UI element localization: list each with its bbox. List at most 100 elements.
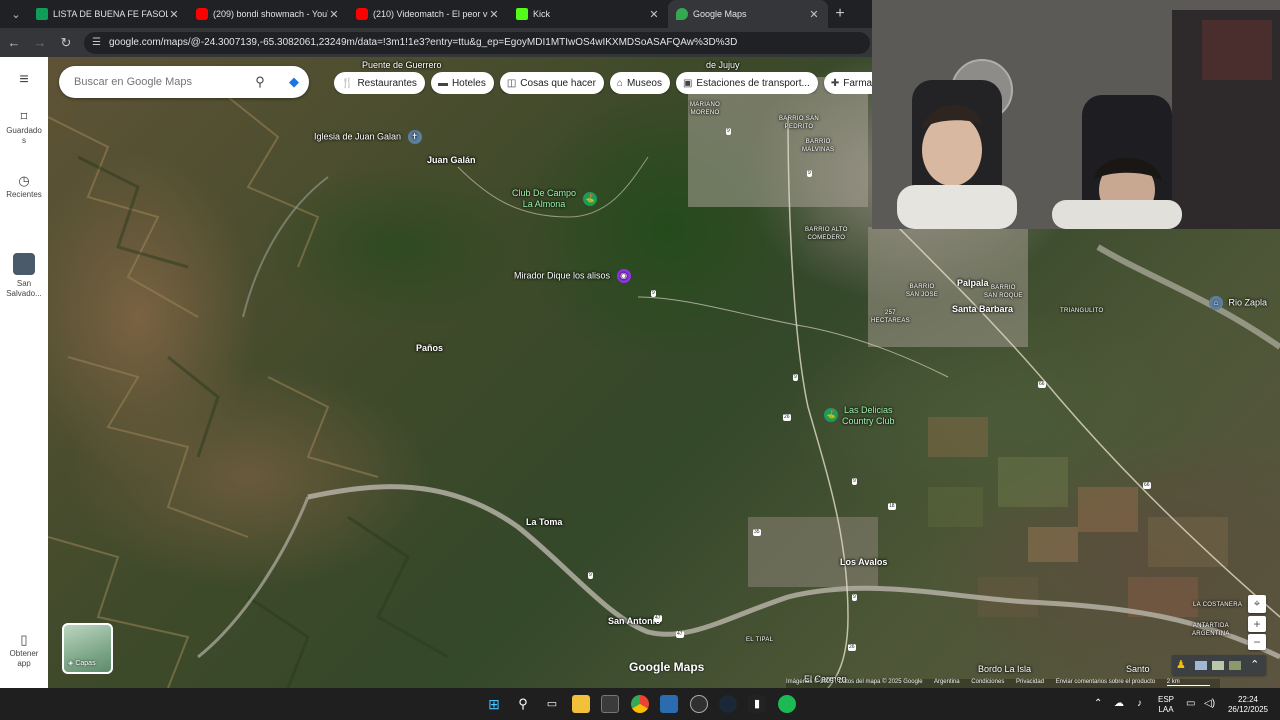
poi-name: Mirador Dique los alisos <box>514 270 611 281</box>
spotify-icon[interactable] <box>778 695 796 713</box>
browser-tab-strip: ⌄ LISTA DE BUENA FE FASOLA - I ✕ (209) b… <box>0 0 872 28</box>
layers-button[interactable]: ◈ Capas <box>62 623 113 674</box>
poi-label[interactable]: ⌂ Rio Zapla <box>1209 296 1267 310</box>
tab-search-button[interactable]: ⌄ <box>4 2 28 26</box>
mic-icon[interactable]: ♪ <box>1137 688 1142 720</box>
chip-transit[interactable]: ▣ Estaciones de transport... <box>675 72 818 94</box>
rail-label: Obtener app <box>9 649 39 668</box>
place-line: 257 <box>885 310 896 316</box>
chrome-icon[interactable] <box>631 695 649 713</box>
browser-tab-active[interactable]: Google Maps ✕ <box>668 0 828 28</box>
file-explorer-icon[interactable] <box>572 695 590 713</box>
place-label[interactable]: BARRIO MALVINAS <box>802 138 834 154</box>
webcam-overlay <box>872 0 1280 229</box>
back-icon[interactable]: ← <box>2 35 26 50</box>
poi-label[interactable]: Iglesia de Juan Galan ✝ <box>314 130 422 144</box>
terms-link[interactable]: Condiciones <box>971 679 1004 685</box>
landmark-icon: ⌂ <box>1209 296 1223 310</box>
recent-button[interactable]: ◷ Recientes <box>0 174 48 200</box>
place-label[interactable]: Los Avalos <box>840 557 887 567</box>
place-line: BARRIO ALTO <box>805 227 848 233</box>
clock[interactable]: 22:24 26/12/2025 <box>1225 695 1271 715</box>
poi-label[interactable]: Las Delicias Country Club <box>842 405 895 427</box>
store-icon[interactable] <box>601 695 619 713</box>
place-label[interactable]: Santa Barbara <box>952 304 1013 314</box>
road-shield: 9 <box>852 594 857 601</box>
place-label[interactable]: BARRIO ALTO COMEDERO <box>805 226 848 242</box>
browser-tab[interactable]: (209) bondi showmach - YouTu ✕ <box>188 0 348 28</box>
place-label[interactable]: TRIANGULITO <box>1060 308 1104 314</box>
sheets-icon <box>36 8 48 20</box>
place-label[interactable]: BARRIO SAN JOSE <box>906 283 938 299</box>
close-icon[interactable]: ✕ <box>328 8 340 21</box>
zoom-in-button[interactable]: + <box>1248 616 1266 632</box>
tray-chevron-icon[interactable]: ⌃ <box>1094 688 1102 720</box>
browser-tab[interactable]: Kick ✕ <box>508 0 668 28</box>
place-label[interactable]: de Jujuy <box>706 60 740 70</box>
menu-button[interactable]: ≡ <box>0 72 48 89</box>
onedrive-icon[interactable]: ☁ <box>1114 688 1124 720</box>
place-label[interactable]: Juan Galán <box>427 155 476 165</box>
search-icon[interactable]: ⚲ <box>514 695 532 713</box>
poi-label[interactable]: Mirador Dique los alisos ◉ <box>514 269 631 283</box>
chip-pharmacy[interactable]: ✚Farmacia <box>823 72 872 94</box>
chip-restaurants[interactable]: 🍴 Restaurantes <box>334 72 425 94</box>
place-label[interactable]: MARIANO MORENO <box>690 101 720 117</box>
volume-icon[interactable]: ◁) <box>1204 688 1215 720</box>
poi-label[interactable]: Club De Campo La Almona <box>512 188 576 210</box>
place-label[interactable]: La Toma <box>526 517 562 527</box>
my-location-button[interactable]: ⌖ <box>1248 595 1266 613</box>
browser-tab[interactable]: LISTA DE BUENA FE FASOLA - I ✕ <box>28 0 188 28</box>
obs-icon[interactable] <box>690 695 708 713</box>
place-label[interactable]: Paños <box>416 343 443 353</box>
place-label[interactable]: LA COSTANERA <box>1193 602 1242 608</box>
language-indicator[interactable]: ESP LAA <box>1158 695 1174 715</box>
saved-button[interactable]: ⌑ Guardados <box>0 110 48 146</box>
country-link[interactable]: Argentina <box>934 679 960 685</box>
close-icon[interactable]: ✕ <box>648 8 660 21</box>
place-line: MARIANO <box>690 102 721 108</box>
place-label[interactable]: San Antonio <box>608 616 661 626</box>
app-icon[interactable] <box>660 695 678 713</box>
place-label[interactable]: Puente de Guerrero <box>362 60 442 70</box>
audio-app-icon[interactable]: ▮ <box>748 695 766 713</box>
zoom-out-button[interactable]: − <box>1248 634 1266 650</box>
golf-icon[interactable]: ⛳ <box>583 192 597 206</box>
scale-label[interactable]: 2 km <box>1166 679 1210 686</box>
place-label[interactable]: EL TIPAL <box>746 637 773 643</box>
search-icon[interactable]: ⚲ <box>250 72 270 92</box>
feedback-link[interactable]: Enviar comentarios sobre el producto <box>1056 679 1155 685</box>
place-label[interactable]: ANTARTIDA ARGENTINA <box>1192 622 1230 638</box>
browser-tab[interactable]: (210) Videomatch - El peor viaj ✕ <box>348 0 508 28</box>
golf-icon[interactable]: ⛳ <box>824 408 838 422</box>
forward-icon[interactable]: → <box>28 35 52 50</box>
place-label[interactable]: Bordo La Isla <box>978 664 1031 674</box>
poi-name-line2: La Almona <box>522 199 566 209</box>
search-input[interactable] <box>74 76 244 88</box>
place-label[interactable]: BARRIO SAN PEDRITO <box>779 115 819 131</box>
place-label[interactable]: BARRIO SAN ROQUE <box>984 284 1023 300</box>
chip-things-to-do[interactable]: ◫ Cosas que hacer <box>499 72 604 94</box>
start-icon[interactable]: ⊞ <box>485 695 503 713</box>
close-icon[interactable]: ✕ <box>168 8 180 21</box>
get-app-button[interactable]: ▯ Obtener app <box>0 633 48 669</box>
privacy-link[interactable]: Privacidad <box>1016 679 1044 685</box>
chip-hotels[interactable]: ▬ Hoteles <box>430 72 494 94</box>
task-view-icon[interactable]: ▭ <box>543 695 561 713</box>
new-tab-button[interactable]: + <box>828 5 852 23</box>
address-bar[interactable]: ☰ google.com/maps/@-24.3007139,-65.30820… <box>84 31 870 54</box>
site-info-icon[interactable]: ☰ <box>92 37 101 48</box>
steam-icon[interactable] <box>719 695 737 713</box>
place-label[interactable]: Santo <box>1126 664 1150 674</box>
directions-icon[interactable]: ◆ <box>284 72 304 92</box>
place-label[interactable]: 257 HECTAREAS <box>871 309 910 325</box>
poi-name: Rio Zapla <box>1228 297 1268 308</box>
network-icon[interactable]: ▭ <box>1186 688 1195 720</box>
close-icon[interactable]: ✕ <box>808 8 820 21</box>
recent-place-button[interactable]: San Salvado... <box>0 253 48 299</box>
chip-museums[interactable]: ⌂ Museos <box>609 72 670 94</box>
rail-label: Guardados <box>6 126 42 145</box>
close-icon[interactable]: ✕ <box>488 8 500 21</box>
reload-icon[interactable]: ↻ <box>54 35 78 51</box>
pegman-button[interactable]: ♟ ⌃ <box>1172 655 1266 675</box>
